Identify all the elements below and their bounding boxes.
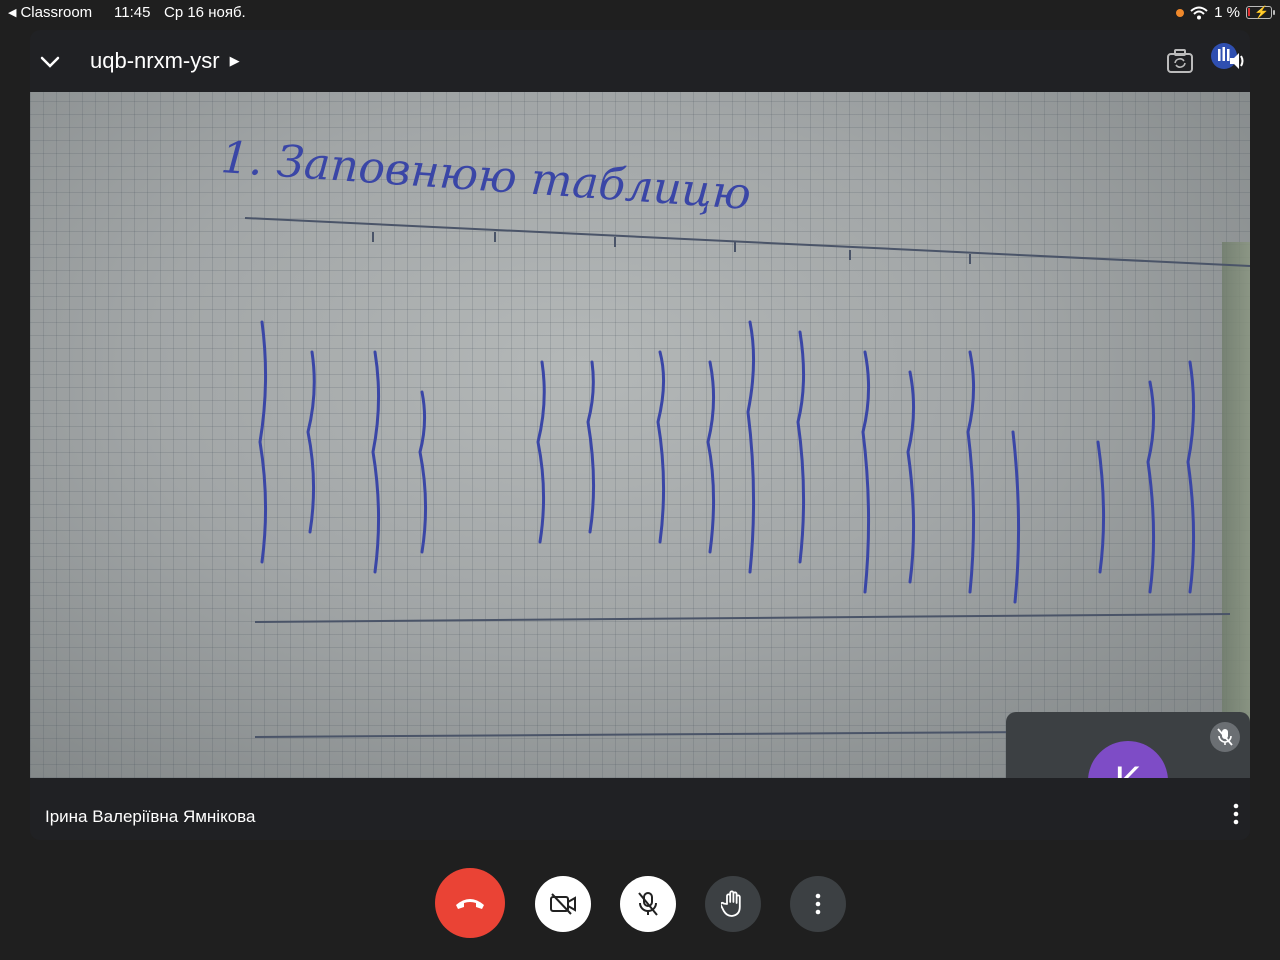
battery-fill [1248, 8, 1250, 16]
battery-icon: ⚡ [1246, 5, 1275, 19]
battery-percent: 1 % [1214, 4, 1240, 21]
charging-bolt-icon: ⚡ [1254, 5, 1269, 19]
recording-dot-icon [1176, 8, 1185, 17]
rotated-column-scribbles [258, 320, 1196, 604]
handwritten-notes: 1. Заповнюю таблицю [219, 132, 1250, 738]
status-bar: ◀ Classroom 11:45 Ср 16 нояб. 1 % ⚡ [0, 0, 1280, 26]
status-right: 1 % ⚡ [1176, 4, 1275, 21]
call-window: uqb-nrxm-ysr ▶ 1. Заповнюю таблицю Ірина… [30, 30, 1250, 840]
heading-text: 1. Заповнюю таблицю [219, 132, 752, 220]
presenter-video[interactable]: 1. Заповнюю таблицю [30, 92, 1250, 778]
mic-off-icon [638, 892, 658, 916]
hangup-icon [456, 899, 484, 909]
back-app-label: Classroom [20, 4, 93, 21]
caret-right-icon: ▶ [229, 53, 240, 68]
call-controls [0, 868, 1280, 942]
mic-toggle-button[interactable] [620, 876, 676, 932]
back-to-app-link[interactable]: ◀ Classroom [8, 4, 92, 21]
more-options-button[interactable] [790, 876, 846, 932]
more-vert-icon[interactable] [1231, 802, 1241, 826]
camera-toggle-button[interactable] [535, 876, 591, 932]
camera-switch-icon[interactable] [1166, 48, 1194, 74]
end-call-button[interactable] [435, 868, 505, 938]
meeting-code-button[interactable]: uqb-nrxm-ysr ▶ [90, 48, 240, 74]
mic-off-icon [1210, 722, 1240, 752]
back-arrow-icon: ◀ [8, 7, 17, 19]
audio-level-icon[interactable] [1210, 42, 1246, 78]
date: Ср 16 нояб. [164, 4, 246, 21]
more-vert-icon [815, 893, 821, 915]
presenter-name-bar: Ірина Валеріївна Ямнікова [30, 778, 1250, 840]
battery-tip [1273, 10, 1275, 15]
clock: 11:45 [114, 4, 151, 21]
avatar: K [1088, 741, 1168, 778]
call-header: uqb-nrxm-ysr ▶ [30, 30, 1250, 92]
meeting-code: uqb-nrxm-ysr [90, 48, 220, 73]
wifi-icon [1190, 6, 1208, 19]
raise-hand-button[interactable] [705, 876, 761, 932]
chevron-down-icon[interactable] [36, 48, 64, 76]
raise-hand-icon [721, 890, 741, 917]
self-view-tile[interactable]: K [1006, 712, 1250, 778]
presenter-name: Ірина Валеріївна Ямнікова [45, 807, 256, 826]
camera-off-icon [550, 893, 576, 915]
